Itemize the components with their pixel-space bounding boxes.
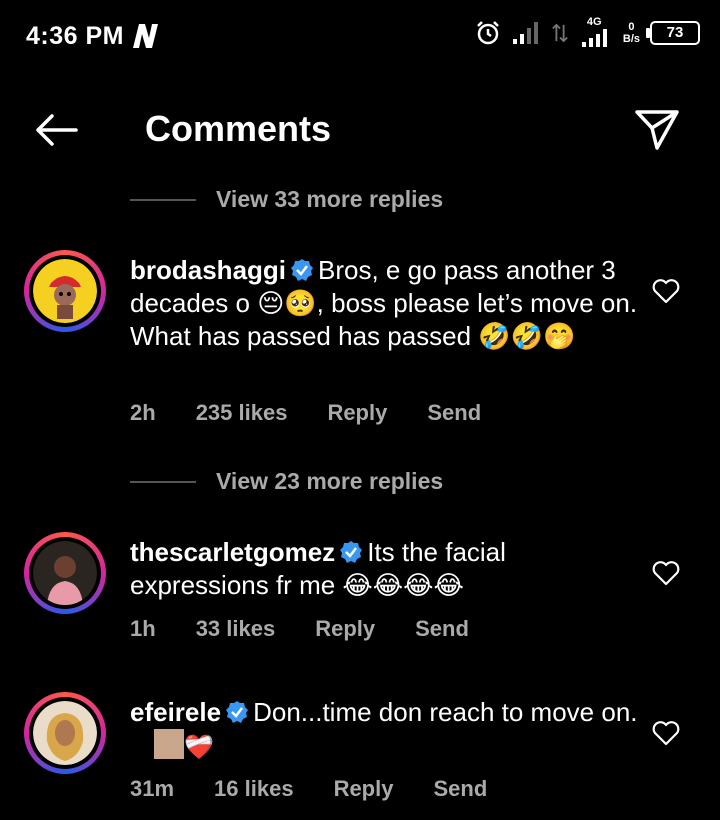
avatar-image	[33, 259, 97, 323]
send-button[interactable]: Send	[427, 400, 481, 426]
comment-meta: 1h 33 likes Reply Send	[130, 616, 469, 642]
comment-body: Don...time don reach to move on.	[253, 697, 638, 727]
reply-button[interactable]: Reply	[334, 776, 394, 802]
comment-meta: 31m 16 likes Reply Send	[130, 776, 487, 802]
status-bar: 4:36 PM 4G 0 B/s 73	[0, 0, 720, 72]
username[interactable]: thescarletgomez	[130, 537, 335, 567]
like-heart-icon[interactable]	[652, 720, 680, 746]
username[interactable]: efeirele	[130, 697, 221, 727]
comment-meta: 2h 235 likes Reply Send	[130, 400, 481, 426]
view-more-replies-2[interactable]: View 23 more replies	[130, 468, 443, 495]
comment-time: 1h	[130, 616, 156, 641]
mending-heart-emoji: ❤️‍🩹	[184, 733, 214, 761]
comment-text-block: thescarletgomez Its the facial expression…	[130, 536, 640, 602]
likes-count[interactable]: 16 likes	[214, 776, 294, 802]
verified-badge-icon	[226, 701, 249, 723]
page-title: Comments	[145, 108, 332, 149]
avatar-image	[33, 541, 97, 605]
app-notification-icon	[133, 24, 158, 48]
signal-4g-icon	[581, 29, 607, 47]
avatar[interactable]	[24, 250, 106, 332]
like-heart-icon[interactable]	[652, 560, 680, 586]
share-send-icon[interactable]	[634, 106, 680, 152]
back-arrow-icon[interactable]	[32, 110, 80, 150]
missing-emoji-glyph	[154, 729, 184, 759]
username[interactable]: brodashaggi	[130, 255, 286, 285]
comments-header: Comments	[0, 90, 720, 170]
verified-badge-icon	[340, 541, 363, 563]
send-button[interactable]: Send	[415, 616, 469, 642]
send-button[interactable]: Send	[433, 776, 487, 802]
speed-value: 0	[628, 21, 635, 33]
divider	[130, 480, 196, 483]
avatar[interactable]	[24, 692, 106, 774]
verified-badge-icon	[291, 259, 314, 281]
signal-strength-icon	[512, 22, 538, 44]
data-transfer-icon	[552, 23, 568, 43]
view-more-label[interactable]: View 23 more replies	[216, 468, 443, 495]
network-speed: 0 B/s	[623, 21, 640, 45]
status-time: 4:36 PM	[26, 22, 124, 50]
battery-indicator: 73	[646, 21, 700, 45]
comment-text-block: brodashaggi Bros, e go pass another 3 dec…	[130, 254, 640, 353]
likes-count[interactable]: 33 likes	[196, 616, 276, 642]
view-more-replies-1[interactable]: View 33 more replies	[130, 186, 443, 213]
reply-button[interactable]: Reply	[327, 400, 387, 426]
divider	[130, 198, 196, 201]
comment-time: 2h	[130, 400, 156, 425]
likes-count[interactable]: 235 likes	[196, 400, 288, 426]
speed-unit: B/s	[622, 33, 640, 45]
comment-time: 31m	[130, 776, 175, 801]
reply-button[interactable]: Reply	[315, 616, 375, 642]
avatar-image	[33, 701, 97, 765]
network-4g-indicator: 4G	[579, 16, 613, 48]
like-heart-icon[interactable]	[652, 278, 680, 304]
avatar[interactable]	[24, 532, 106, 614]
network-type: 4G	[586, 16, 602, 28]
comment-text-block: efeirele Don...time don reach to move on.…	[130, 696, 640, 764]
alarm-icon	[476, 21, 499, 45]
view-more-label[interactable]: View 33 more replies	[216, 186, 443, 213]
